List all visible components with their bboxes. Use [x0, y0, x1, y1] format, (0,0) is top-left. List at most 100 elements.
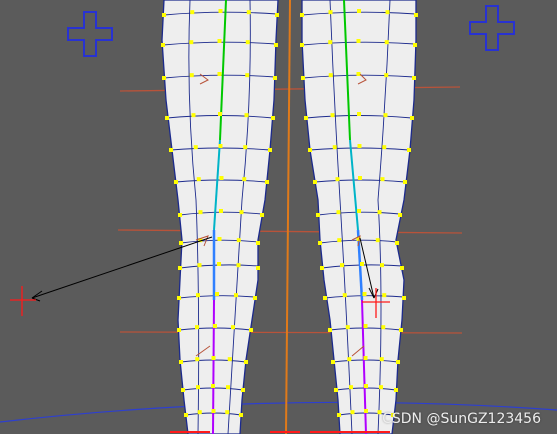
vertex-point[interactable]	[181, 388, 185, 392]
vertex-point[interactable]	[410, 116, 414, 120]
vertex-point[interactable]	[377, 210, 382, 215]
vertex-point[interactable]	[245, 40, 250, 45]
vertex-point[interactable]	[226, 385, 230, 390]
vertex-point[interactable]	[177, 328, 181, 332]
vertex-point[interactable]	[244, 360, 248, 364]
vertex-point[interactable]	[377, 410, 382, 415]
vertex-point[interactable]	[274, 43, 278, 47]
vertex-point[interactable]	[217, 237, 222, 241]
vertex-point[interactable]	[357, 9, 361, 13]
vertex-point[interactable]	[301, 76, 305, 80]
vertex-point[interactable]	[403, 180, 407, 184]
vertex-point[interactable]	[195, 325, 199, 330]
control-cross-left[interactable]	[67, 11, 113, 57]
vertex-point[interactable]	[382, 293, 387, 298]
vertex-point[interactable]	[364, 384, 368, 388]
vertex-point[interactable]	[219, 209, 223, 213]
vertex-point[interactable]	[300, 43, 304, 47]
vertex-point[interactable]	[384, 73, 389, 78]
vertex-point[interactable]	[407, 148, 411, 152]
vertex-point[interactable]	[162, 13, 166, 17]
vertex-point[interactable]	[253, 296, 257, 300]
vertex-point[interactable]	[196, 385, 200, 390]
vertex-point[interactable]	[384, 40, 389, 45]
vertex-point[interactable]	[362, 292, 367, 296]
vertex-point[interactable]	[395, 241, 399, 245]
vertex-point[interactable]	[239, 413, 243, 417]
vertex-point[interactable]	[385, 10, 390, 15]
vertex-point[interactable]	[196, 177, 201, 182]
vertex-point[interactable]	[340, 263, 344, 268]
vertex-point[interactable]	[330, 113, 335, 118]
vertex-point[interactable]	[196, 293, 200, 298]
vertex-point[interactable]	[217, 262, 221, 266]
vertex-point[interactable]	[318, 241, 322, 245]
vertex-point[interactable]	[162, 76, 166, 80]
vertex-point[interactable]	[342, 293, 347, 298]
vertex-point[interactable]	[337, 413, 341, 417]
vertex-point[interactable]	[239, 210, 244, 215]
vertex-point[interactable]	[347, 357, 352, 362]
viewport-scene[interactable]	[0, 0, 557, 434]
vertex-point[interactable]	[215, 292, 219, 296]
vertex-point[interactable]	[236, 238, 241, 243]
vertex-point[interactable]	[334, 388, 338, 392]
vertex-point[interactable]	[337, 238, 342, 243]
vertex-point[interactable]	[382, 145, 387, 150]
vertex-point[interactable]	[189, 40, 194, 45]
vertex-point[interactable]	[197, 263, 202, 268]
vertex-point[interactable]	[275, 13, 279, 17]
vertex-point[interactable]	[400, 266, 404, 270]
vertex-point[interactable]	[218, 112, 222, 116]
vertex-point[interactable]	[195, 357, 200, 362]
vertex-point[interactable]	[236, 263, 241, 268]
vertex-point[interactable]	[328, 10, 333, 15]
vertex-point[interactable]	[380, 263, 384, 268]
vertex-point[interactable]	[323, 296, 327, 300]
vertex-point[interactable]	[191, 113, 196, 118]
vertex-point[interactable]	[383, 113, 388, 118]
vertex-point[interactable]	[364, 409, 368, 413]
vertex-point[interactable]	[399, 328, 403, 332]
vertex-point[interactable]	[243, 145, 248, 150]
vertex-point[interactable]	[242, 177, 247, 182]
vertex-point[interactable]	[379, 357, 384, 362]
vertex-point[interactable]	[190, 10, 195, 15]
vertex-point[interactable]	[412, 76, 416, 80]
control-cross-right[interactable]	[469, 5, 515, 51]
vertex-point[interactable]	[169, 148, 173, 152]
vertex-point[interactable]	[357, 144, 362, 148]
vertex-point[interactable]	[357, 112, 361, 116]
vertex-point[interactable]	[349, 385, 353, 390]
vertex-point[interactable]	[217, 72, 222, 76]
vertex-point[interactable]	[316, 213, 320, 217]
vertex-point[interactable]	[198, 210, 203, 215]
vertex-point[interactable]	[331, 360, 335, 364]
3d-viewport[interactable]: CSDN @SunGZ123456	[0, 0, 557, 434]
vertex-point[interactable]	[308, 148, 312, 152]
vertex-point[interactable]	[328, 328, 332, 332]
vertex-point[interactable]	[356, 39, 361, 43]
vertex-point[interactable]	[313, 180, 317, 184]
vertex-point[interactable]	[177, 296, 181, 300]
vertex-point[interactable]	[273, 76, 277, 80]
vertex-point[interactable]	[396, 360, 400, 364]
vertex-point[interactable]	[328, 40, 333, 45]
vertex-point[interactable]	[219, 176, 224, 180]
vertex-point[interactable]	[174, 180, 178, 184]
vertex-point[interactable]	[165, 116, 169, 120]
vertex-point[interactable]	[304, 116, 308, 120]
vertex-point[interactable]	[179, 241, 183, 245]
vertex-point[interactable]	[211, 356, 216, 360]
vertex-point[interactable]	[394, 388, 398, 392]
vertex-point[interactable]	[179, 360, 183, 364]
vertex-point[interactable]	[218, 9, 223, 13]
vertex-point[interactable]	[241, 388, 245, 392]
vertex-point[interactable]	[211, 384, 215, 388]
vertex-point[interactable]	[271, 116, 275, 120]
vertex-point[interactable]	[227, 357, 232, 362]
vertex-point[interactable]	[332, 145, 337, 150]
vertex-point[interactable]	[320, 266, 324, 270]
vertex-point[interactable]	[379, 385, 383, 390]
vertex-point[interactable]	[345, 325, 350, 330]
